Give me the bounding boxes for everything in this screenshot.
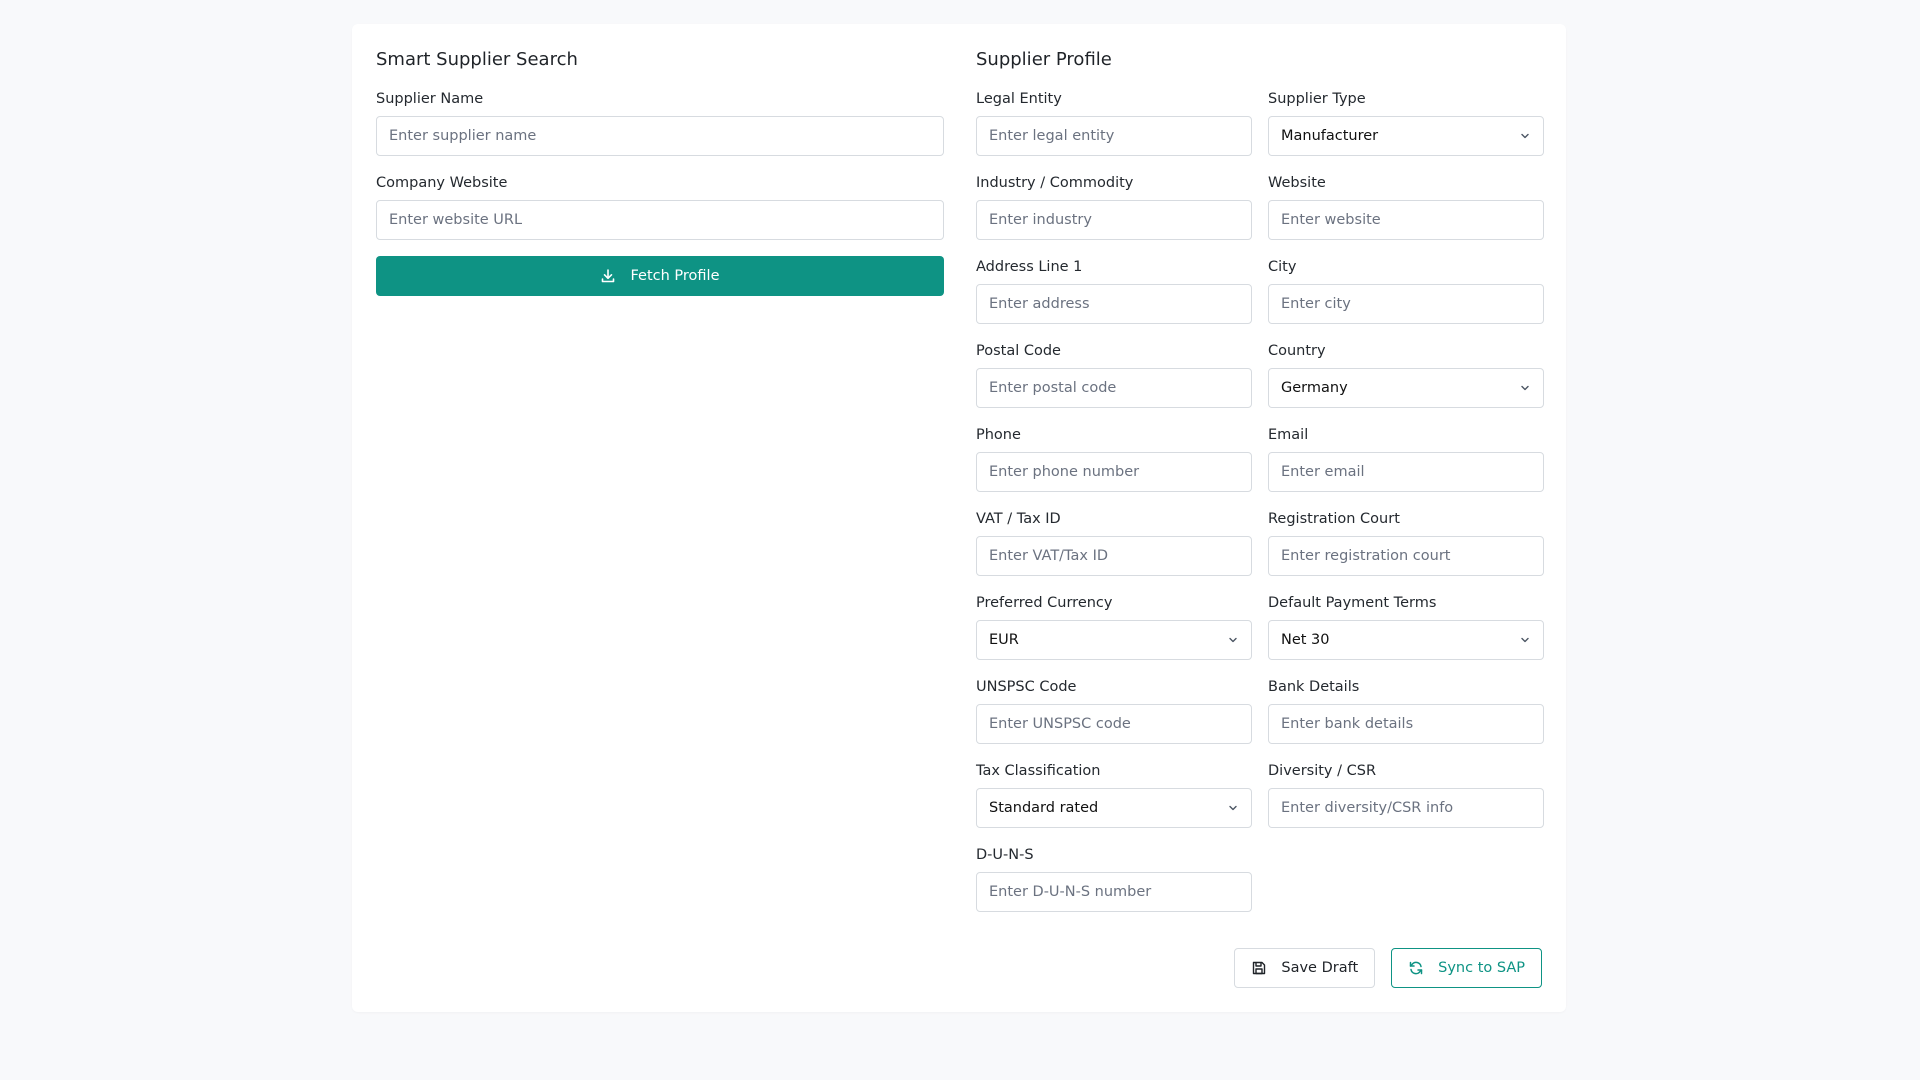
supplier-type-label: Supplier Type	[1268, 91, 1366, 107]
city-input[interactable]	[1268, 284, 1544, 324]
email-field: Email	[1268, 426, 1544, 492]
phone-label: Phone	[976, 427, 1021, 443]
registration-court-label: Registration Court	[1268, 511, 1400, 527]
legal-entity-label: Legal Entity	[976, 91, 1062, 107]
chevron-down-icon	[1519, 634, 1531, 646]
save-draft-label: Save Draft	[1281, 960, 1359, 976]
sync-to-sap-label: Sync to SAP	[1438, 960, 1525, 976]
download-icon	[600, 268, 616, 284]
industry-label: Industry / Commodity	[976, 175, 1134, 191]
duns-input[interactable]	[976, 872, 1252, 912]
currency-value: EUR	[989, 632, 1019, 648]
vat-label: VAT / Tax ID	[976, 511, 1061, 527]
company-website-label: Company Website	[376, 175, 508, 191]
chevron-down-icon	[1227, 802, 1239, 814]
registration-court-input[interactable]	[1268, 536, 1544, 576]
company-website-field: Company Website	[376, 174, 944, 240]
refresh-icon	[1408, 960, 1424, 976]
tax-classification-field: Tax Classification Standard rated	[976, 762, 1252, 828]
save-draft-button[interactable]: Save Draft	[1234, 948, 1376, 988]
payment-terms-label: Default Payment Terms	[1268, 595, 1437, 611]
postal-code-field: Postal Code	[976, 342, 1252, 408]
postal-code-input[interactable]	[976, 368, 1252, 408]
chevron-down-icon	[1227, 634, 1239, 646]
website-input[interactable]	[1268, 200, 1544, 240]
profile-title: Supplier Profile	[976, 49, 1112, 70]
diversity-input[interactable]	[1268, 788, 1544, 828]
diversity-label: Diversity / CSR	[1268, 763, 1377, 779]
email-label: Email	[1268, 427, 1309, 443]
city-field: City	[1268, 258, 1544, 324]
profile-form-grid: Legal Entity Supplier Type Manufacturer …	[976, 90, 1544, 930]
industry-input[interactable]	[976, 200, 1252, 240]
bank-details-label: Bank Details	[1268, 679, 1360, 695]
country-field: Country Germany	[1268, 342, 1544, 408]
postal-code-label: Postal Code	[976, 343, 1061, 359]
unspsc-label: UNSPSC Code	[976, 679, 1077, 695]
payment-terms-value: Net 30	[1281, 632, 1330, 648]
bank-details-field: Bank Details	[1268, 678, 1544, 744]
sync-to-sap-button[interactable]: Sync to SAP	[1391, 948, 1542, 988]
currency-label: Preferred Currency	[976, 595, 1113, 611]
currency-field: Preferred Currency EUR	[976, 594, 1252, 660]
supplier-type-select[interactable]: Manufacturer	[1268, 116, 1544, 156]
country-select[interactable]: Germany	[1268, 368, 1544, 408]
registration-court-field: Registration Court	[1268, 510, 1544, 576]
legal-entity-input[interactable]	[976, 116, 1252, 156]
duns-field: D-U-N-S	[976, 846, 1252, 912]
chevron-down-icon	[1519, 130, 1531, 142]
unspsc-input[interactable]	[976, 704, 1252, 744]
address-label: Address Line 1	[976, 259, 1083, 275]
vat-input[interactable]	[976, 536, 1252, 576]
supplier-name-field: Supplier Name	[376, 90, 944, 156]
industry-field: Industry / Commodity	[976, 174, 1252, 240]
supplier-card: Smart Supplier Search Supplier Name Comp…	[352, 24, 1566, 1012]
city-label: City	[1268, 259, 1297, 275]
payment-terms-select[interactable]: Net 30	[1268, 620, 1544, 660]
profile-panel: Supplier Profile Legal Entity Supplier T…	[976, 48, 1544, 930]
search-title: Smart Supplier Search	[376, 49, 578, 70]
unspsc-field: UNSPSC Code	[976, 678, 1252, 744]
country-value: Germany	[1281, 380, 1348, 396]
country-label: Country	[1268, 343, 1326, 359]
search-panel: Smart Supplier Search Supplier Name Comp…	[376, 48, 944, 296]
save-icon	[1251, 960, 1267, 976]
supplier-type-value: Manufacturer	[1281, 128, 1379, 144]
supplier-name-label: Supplier Name	[376, 91, 484, 107]
duns-label: D-U-N-S	[976, 847, 1034, 863]
supplier-type-field: Supplier Type Manufacturer	[1268, 90, 1544, 156]
vat-field: VAT / Tax ID	[976, 510, 1252, 576]
address-input[interactable]	[976, 284, 1252, 324]
email-input[interactable]	[1268, 452, 1544, 492]
fetch-profile-label: Fetch Profile	[630, 268, 720, 284]
tax-classification-label: Tax Classification	[976, 763, 1101, 779]
diversity-field: Diversity / CSR	[1268, 762, 1544, 828]
tax-classification-select[interactable]: Standard rated	[976, 788, 1252, 828]
phone-input[interactable]	[976, 452, 1252, 492]
phone-field: Phone	[976, 426, 1252, 492]
currency-select[interactable]: EUR	[976, 620, 1252, 660]
company-website-input[interactable]	[376, 200, 944, 240]
supplier-name-input[interactable]	[376, 116, 944, 156]
action-bar: Save Draft Sync to SAP	[1234, 948, 1542, 988]
bank-details-input[interactable]	[1268, 704, 1544, 744]
fetch-profile-button[interactable]: Fetch Profile	[376, 256, 944, 296]
tax-classification-value: Standard rated	[989, 800, 1099, 816]
legal-entity-field: Legal Entity	[976, 90, 1252, 156]
address-field: Address Line 1	[976, 258, 1252, 324]
payment-terms-field: Default Payment Terms Net 30	[1268, 594, 1544, 660]
chevron-down-icon	[1519, 382, 1531, 394]
website-label: Website	[1268, 175, 1326, 191]
website-field: Website	[1268, 174, 1544, 240]
